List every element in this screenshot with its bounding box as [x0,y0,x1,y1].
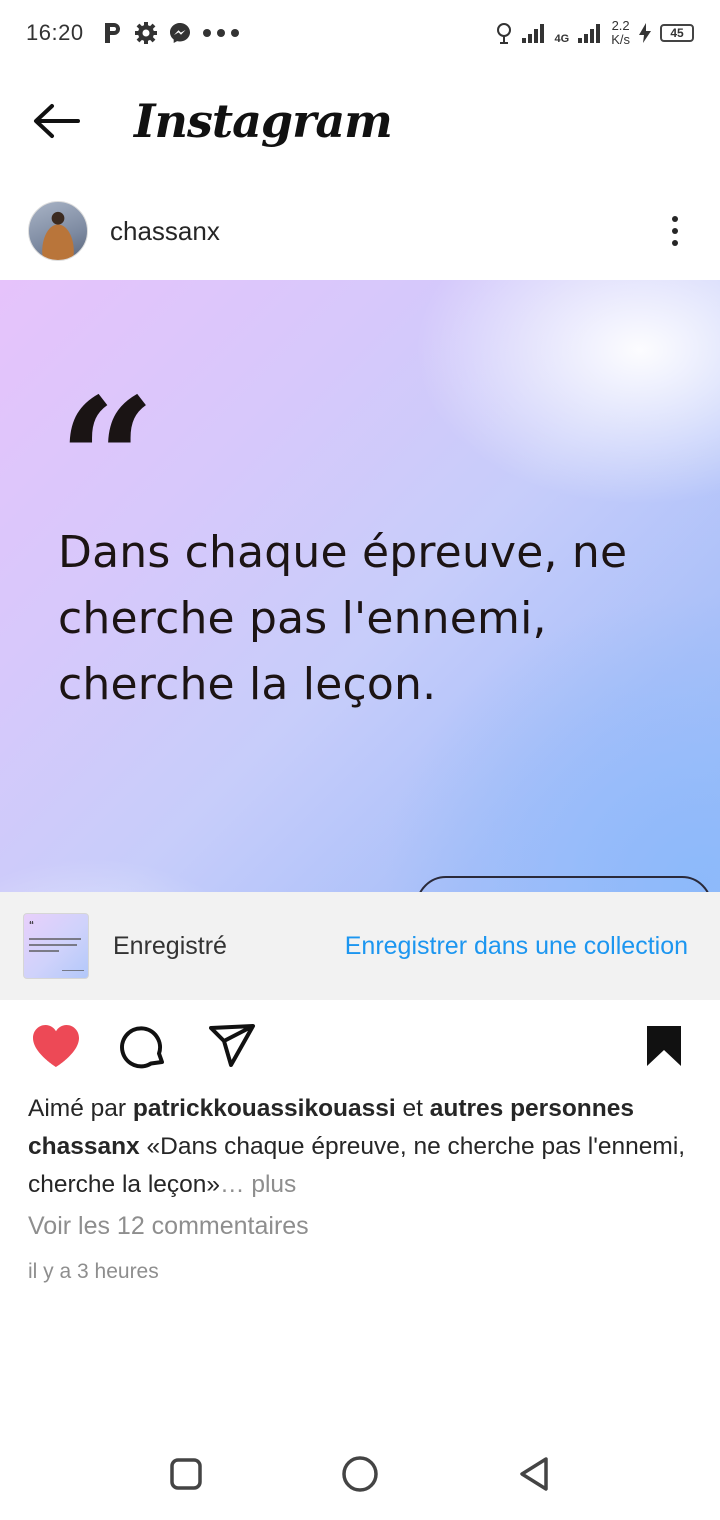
back-triangle-icon [520,1457,548,1491]
network-type: 4G [554,33,570,45]
signal-icon [521,24,544,43]
messenger-icon [169,23,190,43]
thumb-line [29,938,81,940]
bookmark-filled-icon [647,1026,681,1066]
comment-button[interactable] [118,1020,170,1072]
saved-post-thumbnail: “ [23,913,89,979]
instagram-logo: Instagram [134,94,393,148]
app-header: Instagram [0,66,720,176]
share-button[interactable] [206,1020,258,1072]
battery-icon: 45 [660,24,694,42]
send-icon [209,1024,255,1067]
speed-value: 2.2 [611,18,630,33]
signal-4g-icon [578,24,601,43]
home-icon [342,1456,378,1492]
charging-icon [639,23,651,43]
avatar[interactable] [28,201,88,261]
post-actions [0,1014,720,1078]
likes-line: Aimé par patrickkouassikouassi et autres… [28,1090,698,1128]
view-comments-link[interactable]: Voir les 12 commentaires [28,1212,309,1241]
liked-by-user[interactable]: patrickkouassikouassi [133,1095,396,1122]
save-button[interactable] [638,1020,690,1072]
back-button[interactable] [26,91,86,151]
post-meta: Aimé par patrickkouassikouassi et autres… [28,1090,698,1204]
arrow-left-icon [34,104,80,138]
saved-banner: “ Enregistré Enregistrer dans une collec… [0,892,720,1000]
quote-mark: “ [58,361,156,561]
notification-icons [102,21,240,45]
post-timestamp: il y a 3 heures [28,1260,159,1283]
likes-prefix: Aimé par [28,1095,127,1122]
like-button[interactable] [30,1020,82,1072]
system-nav-bar [0,1420,720,1520]
p-icon [104,23,120,43]
system-indicators: 4G 2.2 K/s 45 [495,19,694,47]
gear-icon [134,22,157,44]
nav-back-button[interactable] [510,1450,558,1498]
liked-by-others[interactable]: autres personnes [430,1095,634,1122]
post-header: chassanx [0,192,720,270]
saved-status-label: Enregistré [113,931,227,960]
post-username[interactable]: chassanx [110,216,220,247]
recent-apps-button[interactable] [162,1450,210,1498]
save-to-collection-link[interactable]: Enregistrer dans une collection [345,932,688,961]
network-speed: 2.2 K/s [611,19,630,47]
quote-text: Dans chaque épreuve, ne cherche pas l'en… [58,527,628,710]
speed-unit: K/s [611,32,630,47]
more-vertical-icon [672,216,678,222]
likes-joiner: et [402,1095,423,1122]
thumb-quote-mark: “ [29,920,34,931]
status-time: 16:20 [26,20,84,45]
comment-icon [120,1026,164,1069]
post-image[interactable]: “ Dans chaque épreuve, ne cherche pas l'… [0,280,720,892]
alarm-icon [496,23,511,44]
home-button[interactable] [336,1450,384,1498]
thumb-line [29,944,77,946]
thumb-line [29,950,59,952]
post-caption: chassanx «Dans chaque épreuve, ne cherch… [28,1128,698,1204]
post-options-button[interactable] [660,206,690,256]
caption-more-link[interactable]: … plus [220,1171,296,1198]
recent-apps-icon [170,1458,202,1490]
status-bar: 16:20 4G 2.2 K/s 45 [0,0,720,66]
image-label-pill [416,876,712,892]
heart-filled-icon [33,1025,79,1067]
thumb-line [62,970,84,971]
caption-username[interactable]: chassanx [28,1133,140,1160]
more-dots-icon [202,29,239,37]
